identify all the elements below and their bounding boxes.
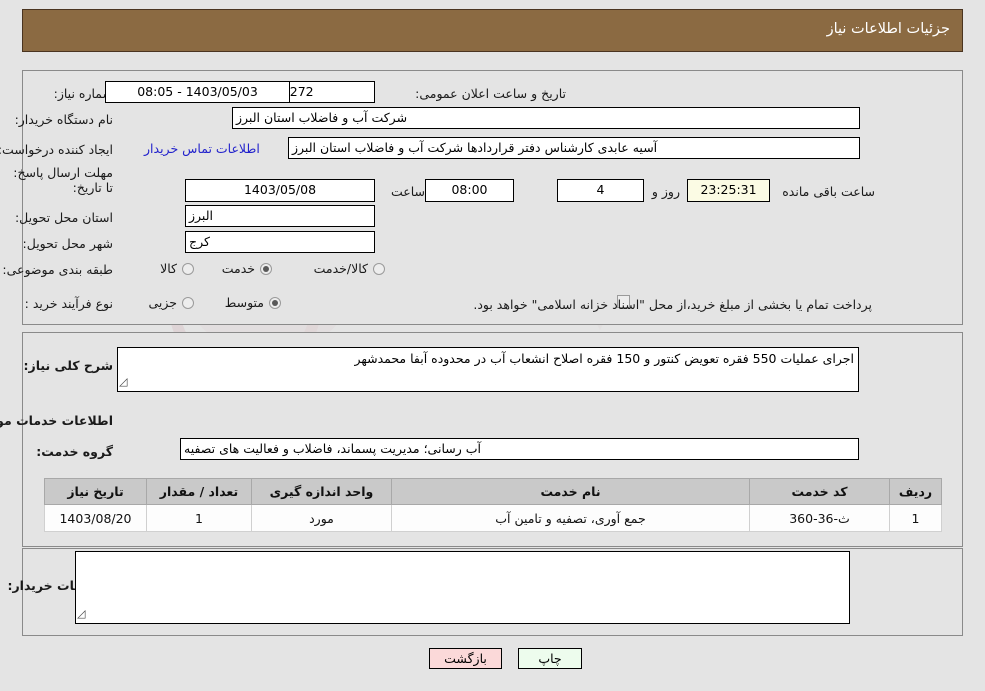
deadline-hour-label: ساعت: [390, 184, 425, 199]
resize-grip-icon[interactable]: ◺: [119, 375, 127, 691]
category-option-2[interactable]: کالا/خدمت: [314, 261, 385, 276]
radio-button-icon[interactable]: [182, 296, 194, 309]
service-group-label: گروه خدمت:: [36, 444, 113, 459]
table-cell-quantity: 1: [146, 504, 252, 532]
countdown-timer-label: ساعت باقی مانده: [782, 184, 875, 199]
delivery-city-field[interactable]: کرج: [185, 231, 375, 253]
services-section-title: اطلاعات خدمات مورد نیاز: [0, 413, 113, 428]
days-remaining-field: 4: [557, 179, 644, 202]
delivery-province-field[interactable]: البرز: [185, 205, 375, 227]
table-header-cell-4: تعداد / مقدار: [146, 478, 252, 505]
category-option-label: خدمت: [221, 261, 255, 276]
back-button[interactable]: بازگشت: [429, 648, 502, 669]
deadline-label: مهلت ارسال پاسخ: تا تاریخ:: [13, 165, 113, 195]
resize-grip-icon-2[interactable]: ◺: [77, 607, 85, 691]
announce-datetime-field[interactable]: 1403/05/03 - 08:05: [105, 81, 290, 103]
table-header-cell-0: ردیف: [889, 478, 942, 505]
process-type-option-0[interactable]: جزیی: [148, 295, 194, 310]
days-remaining-label: روز و: [651, 184, 680, 199]
category-option-label: کالا: [160, 261, 177, 276]
treasury-note-label: پرداخت تمام یا بخشی از مبلغ خرید،از محل …: [473, 297, 872, 312]
radio-button-icon[interactable]: [269, 296, 281, 309]
buyer-notes-textarea[interactable]: [75, 551, 850, 624]
table-cell-name: جمع آوری، تصفیه و تامین آب: [391, 504, 750, 532]
general-desc-label: شرح کلی نیاز:: [23, 358, 113, 373]
delivery-city-label: شهر محل تحویل:: [22, 236, 113, 251]
category-radio-group[interactable]: کالا خدمت کالا/خدمت: [0, 261, 985, 279]
deadline-time-field[interactable]: 08:00: [425, 179, 514, 202]
services-table: ردیف کد خدمت نام خدمت واحد اندازه گیری تعداد…: [44, 478, 942, 532]
service-group-field[interactable]: آب رسانی؛ مدیریت پسماند، فاضلاب و فعالیت…: [180, 438, 859, 460]
table-cell-row: 1: [889, 504, 942, 532]
buyer-org-label: نام دستگاه خریدار:: [14, 112, 113, 127]
category-option-label: کالا/خدمت: [313, 261, 368, 276]
page-title: جزئیات اطلاعات نیاز: [826, 21, 950, 37]
table-header-row: ردیف کد خدمت نام خدمت واحد اندازه گیری تعداد…: [44, 478, 942, 505]
table-cell-need_date: 1403/08/20: [44, 504, 147, 532]
process-type-option-label: جزیی: [148, 295, 177, 310]
creator-label: ایجاد کننده درخواست:: [0, 142, 113, 157]
table-cell-code: ث-36-360: [749, 504, 890, 532]
table-header-cell-2: نام خدمت: [391, 478, 750, 505]
category-option-0[interactable]: کالا: [160, 261, 194, 276]
category-option-1[interactable]: خدمت: [222, 261, 272, 276]
announce-datetime-label: تاریخ و ساعت اعلان عمومی:: [415, 86, 566, 101]
table-header-cell-3: واحد اندازه گیری: [251, 478, 392, 505]
radio-button-icon[interactable]: [182, 262, 194, 275]
table-cell-unit: مورد: [251, 504, 392, 532]
table-header-cell-5: تاریخ نیاز: [44, 478, 147, 505]
countdown-timer-field: 23:25:31: [687, 179, 770, 202]
buyer-org-field[interactable]: شرکت آب و فاضلاب استان البرز: [232, 107, 860, 129]
page-header-bar: جزئیات اطلاعات نیاز: [22, 9, 963, 52]
creator-field[interactable]: آسیه عابدی کارشناس دفتر قراردادها شرکت آ…: [288, 137, 860, 159]
process-type-option-1[interactable]: متوسط: [225, 295, 281, 310]
general-desc-textarea[interactable]: اجرای عملیات 550 فقره تعویض کنتور و 150 …: [117, 347, 859, 392]
page-root: AriaTender.net جزئیات اطلاعات نیاز شماره…: [0, 0, 985, 691]
radio-button-icon[interactable]: [260, 262, 272, 275]
print-button[interactable]: چاپ: [518, 648, 582, 669]
table-row[interactable]: 1 ث-36-360 جمع آوری، تصفیه و تامین آب مورد 1…: [44, 504, 942, 532]
process-type-option-label: متوسط: [224, 295, 264, 310]
table-header-cell-1: کد خدمت: [749, 478, 890, 505]
deadline-date-field[interactable]: 1403/05/08: [185, 179, 375, 202]
delivery-province-label: استان محل تحویل:: [14, 210, 113, 225]
buyer-contact-link[interactable]: اطلاعات تماس خریدار: [144, 141, 260, 156]
radio-button-icon[interactable]: [373, 262, 385, 275]
